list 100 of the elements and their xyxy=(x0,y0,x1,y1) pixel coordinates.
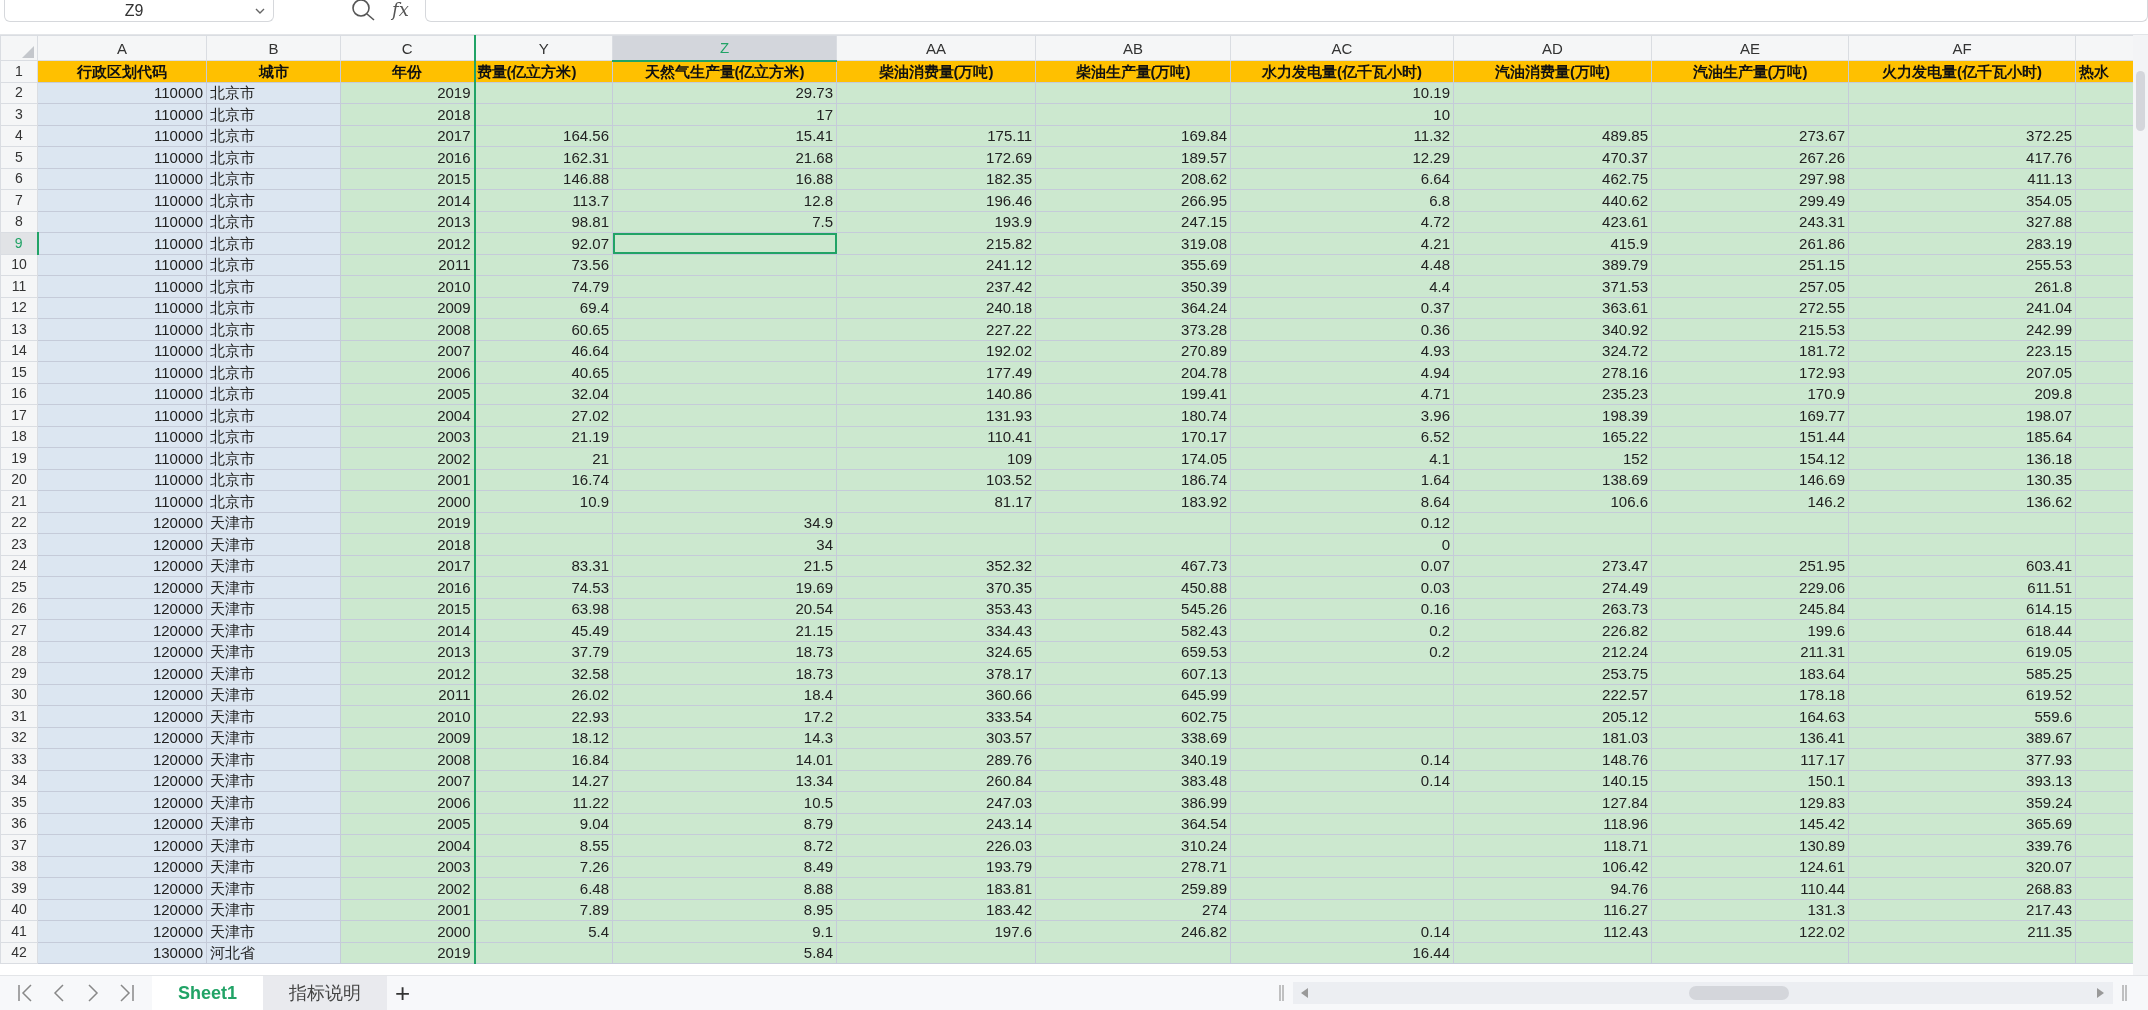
table-cell: 136.41 xyxy=(1651,727,1849,749)
table-cell: 164.63 xyxy=(1651,705,1849,727)
column-header[interactable]: AB xyxy=(1035,35,1231,61)
row-header[interactable]: 37 xyxy=(0,834,38,856)
row-header[interactable]: 40 xyxy=(0,899,38,921)
row-header[interactable]: 24 xyxy=(0,555,38,577)
table-cell: 21.68 xyxy=(612,146,837,168)
row-header[interactable]: 12 xyxy=(0,297,38,319)
row-header[interactable]: 5 xyxy=(0,146,38,168)
splitter-handle-icon[interactable] xyxy=(2121,983,2128,1003)
table-cell: 450.88 xyxy=(1035,576,1231,598)
search-icon[interactable] xyxy=(350,0,376,22)
column-header[interactable]: AE xyxy=(1651,35,1849,61)
column-header[interactable]: AF xyxy=(1848,35,2076,61)
table-cell: 18.73 xyxy=(612,641,837,663)
table-cell: 251.95 xyxy=(1651,555,1849,577)
table-cell: 393.13 xyxy=(1848,770,2076,792)
row-header[interactable]: 31 xyxy=(0,705,38,727)
formula-field[interactable] xyxy=(424,0,2148,22)
table-cell: 112.43 xyxy=(1453,920,1652,942)
last-sheet-icon[interactable] xyxy=(118,982,136,1004)
table-cell: 259.89 xyxy=(1035,877,1231,899)
table-cell: 0.2 xyxy=(1230,641,1454,663)
first-sheet-icon[interactable] xyxy=(16,982,34,1004)
row-header[interactable]: 11 xyxy=(0,275,38,297)
table-cell: 333.54 xyxy=(836,705,1036,727)
row-header[interactable]: 32 xyxy=(0,727,38,749)
table-cell: 172.93 xyxy=(1651,361,1849,383)
sheet-tab[interactable]: 指标说明 xyxy=(263,976,388,1010)
table-cell: 151.44 xyxy=(1651,426,1849,448)
column-header[interactable]: Y xyxy=(474,35,613,61)
table-cell: 120000 xyxy=(37,834,207,856)
row-header[interactable]: 18 xyxy=(0,426,38,448)
column-header[interactable]: AD xyxy=(1453,35,1652,61)
row-header[interactable]: 15 xyxy=(0,361,38,383)
row-header[interactable]: 25 xyxy=(0,576,38,598)
selected-cell[interactable] xyxy=(612,232,837,254)
splitter-handle-icon[interactable] xyxy=(1278,983,1285,1003)
row-header[interactable]: 26 xyxy=(0,598,38,620)
row-header[interactable]: 21 xyxy=(0,490,38,512)
table-cell: 364.54 xyxy=(1035,813,1231,835)
row-header[interactable]: 4 xyxy=(0,125,38,147)
vertical-scrollbar[interactable] xyxy=(2133,35,2148,975)
row-header[interactable]: 35 xyxy=(0,791,38,813)
table-cell: 172.69 xyxy=(836,146,1036,168)
scroll-left-icon[interactable] xyxy=(1301,988,1309,998)
column-header[interactable]: AA xyxy=(836,35,1036,61)
row-header[interactable]: 27 xyxy=(0,619,38,641)
table-cell: 110000 xyxy=(37,426,207,448)
table-cell: 136.18 xyxy=(1848,447,2076,469)
table-cell: 243.31 xyxy=(1651,211,1849,233)
row-header[interactable]: 34 xyxy=(0,770,38,792)
table-cell: 440.62 xyxy=(1453,189,1652,211)
table-cell: 223.15 xyxy=(1848,340,2076,362)
table-cell: 120000 xyxy=(37,770,207,792)
row-header[interactable]: 29 xyxy=(0,662,38,684)
add-sheet-button[interactable]: + xyxy=(387,978,419,1008)
scroll-thumb[interactable] xyxy=(2136,71,2145,131)
header-cell: 天然气生产量(亿立方米) xyxy=(612,60,837,82)
row-header[interactable]: 22 xyxy=(0,512,38,534)
table-cell: 377.93 xyxy=(1848,748,2076,770)
row-header[interactable]: 23 xyxy=(0,533,38,555)
table-cell: 21.5 xyxy=(612,555,837,577)
row-header[interactable]: 39 xyxy=(0,877,38,899)
column-header[interactable]: A xyxy=(37,35,207,61)
row-header[interactable]: 8 xyxy=(0,211,38,233)
row-header[interactable]: 14 xyxy=(0,340,38,362)
table-cell: 110000 xyxy=(37,297,207,319)
row-header[interactable]: 7 xyxy=(0,189,38,211)
column-header[interactable]: C xyxy=(340,35,475,61)
row-header[interactable]: 41 xyxy=(0,920,38,942)
row-header[interactable]: 13 xyxy=(0,318,38,340)
table-cell: 110000 xyxy=(37,125,207,147)
row-header[interactable]: 30 xyxy=(0,684,38,706)
row-header[interactable]: 17 xyxy=(0,404,38,426)
scroll-thumb[interactable] xyxy=(1689,986,1789,1000)
row-header[interactable]: 42 xyxy=(0,942,38,964)
select-all-icon[interactable] xyxy=(22,46,34,59)
row-header[interactable]: 36 xyxy=(0,813,38,835)
row-header[interactable]: 1 xyxy=(0,60,38,82)
name-box[interactable]: Z9 xyxy=(4,0,274,22)
row-header[interactable]: 20 xyxy=(0,469,38,491)
column-header[interactable]: B xyxy=(206,35,341,61)
row-header[interactable]: 28 xyxy=(0,641,38,663)
row-header[interactable]: 16 xyxy=(0,383,38,405)
table-cell: 4.48 xyxy=(1230,254,1454,276)
row-header[interactable]: 33 xyxy=(0,748,38,770)
row-header[interactable]: 3 xyxy=(0,103,38,125)
table-cell: 18.4 xyxy=(612,684,837,706)
table-cell: 270.89 xyxy=(1035,340,1231,362)
row-header[interactable]: 6 xyxy=(0,168,38,190)
row-header[interactable]: 38 xyxy=(0,856,38,878)
row-header[interactable]: 10 xyxy=(0,254,38,276)
table-cell: 183.81 xyxy=(836,877,1036,899)
column-header[interactable]: AC xyxy=(1230,35,1454,61)
scroll-right-icon[interactable] xyxy=(2097,988,2105,998)
row-header[interactable]: 19 xyxy=(0,447,38,469)
row-header[interactable]: 2 xyxy=(0,82,38,104)
table-cell: 170.9 xyxy=(1651,383,1849,405)
horizontal-scrollbar[interactable] xyxy=(1293,982,2113,1004)
